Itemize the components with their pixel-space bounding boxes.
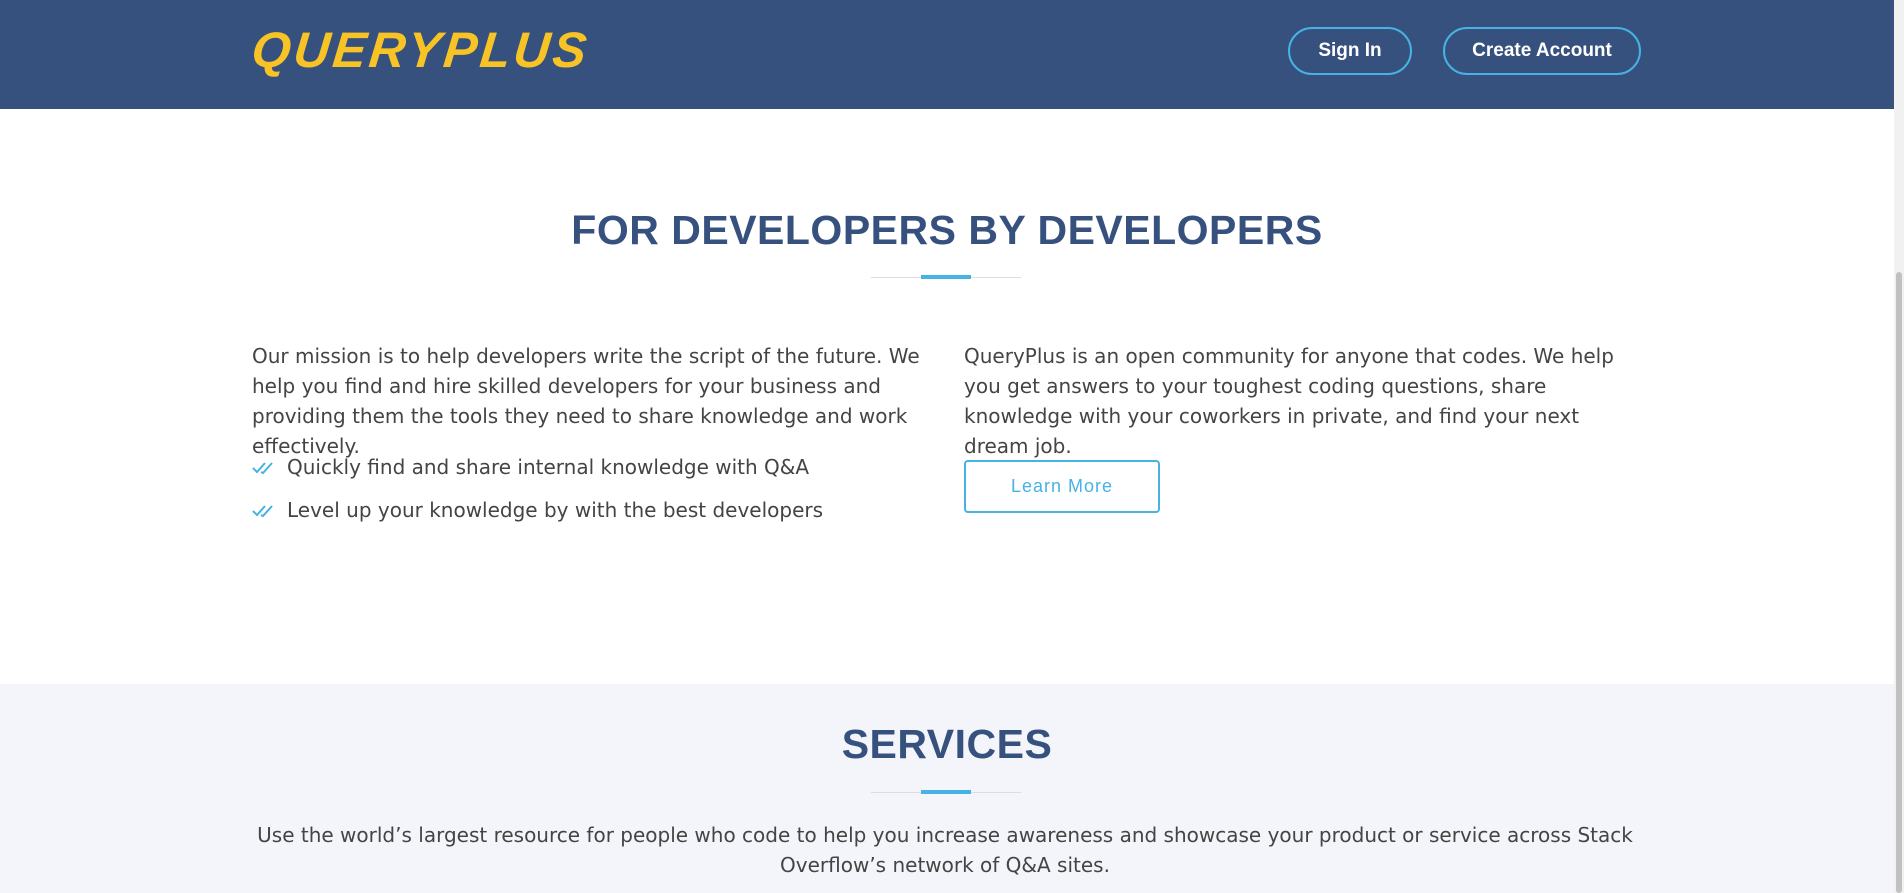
create-account-button[interactable]: Create Account — [1443, 27, 1641, 75]
checklist-item-text: Level up your knowledge by with the best… — [287, 498, 824, 522]
checklist-item-text: Quickly find and share internal knowledg… — [287, 455, 810, 479]
services-title: SERVICES — [841, 721, 1053, 767]
mission-paragraph: Our mission is to help developers write … — [252, 344, 920, 458]
double-check-icon — [252, 462, 273, 475]
services-description: Use the world’s largest resource for peo… — [257, 823, 1633, 877]
scrollbar-thumb[interactable] — [1896, 272, 1902, 893]
sign-in-button[interactable]: Sign In — [1288, 27, 1412, 75]
services-title-accent — [921, 790, 971, 794]
learn-more-button[interactable]: Learn More — [964, 460, 1160, 513]
double-check-icon — [252, 505, 273, 518]
about-title-accent — [921, 275, 971, 279]
site-header: QUERYPLUS Sign In Create Account — [0, 0, 1894, 109]
site-logo[interactable]: QUERYPLUS — [249, 22, 592, 78]
about-title: FOR DEVELOPERS BY DEVELOPERS — [571, 207, 1323, 253]
page: QUERYPLUS Sign In Create Account FOR DEV… — [0, 0, 1904, 893]
community-paragraph: QueryPlus is an open community for anyon… — [964, 344, 1614, 458]
